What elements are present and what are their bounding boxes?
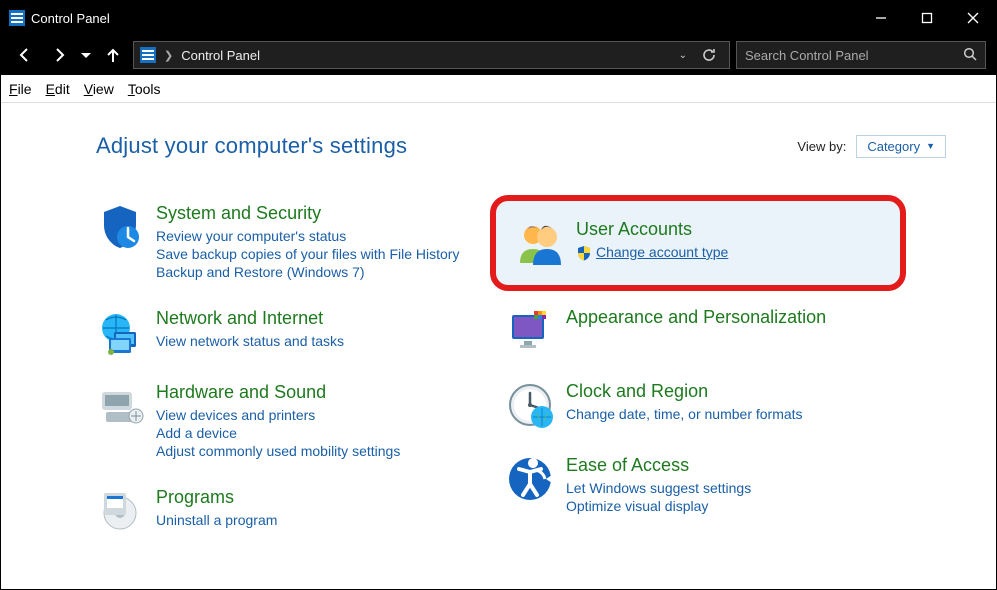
page-title: Adjust your computer's settings — [96, 133, 407, 159]
right-column: User Accounts Change account type Appearan… — [506, 195, 906, 553]
title-bar: Control Panel — [1, 1, 996, 35]
category-body: Network and Internet View network status … — [156, 308, 344, 356]
sublink-label: Backup and Restore (Windows 7) — [156, 264, 365, 280]
category-network-internet: Network and Internet View network status … — [96, 300, 496, 374]
sublink[interactable]: Change account type — [576, 244, 728, 261]
sublink[interactable]: Review your computer's status — [156, 228, 459, 244]
category-ease-of-access: Ease of Access Let Windows suggest settin… — [506, 447, 906, 534]
category-body: Programs Uninstall a program — [156, 487, 277, 535]
programs-icon — [96, 487, 144, 535]
window-title: Control Panel — [31, 11, 110, 26]
sublink[interactable]: Change date, time, or number formats — [566, 406, 803, 422]
category-system-security: System and Security Review your computer'… — [96, 195, 496, 300]
menu-view[interactable]: View — [84, 81, 114, 97]
up-button[interactable] — [99, 41, 127, 69]
sublink[interactable]: Optimize visual display — [566, 498, 751, 514]
close-button[interactable] — [950, 1, 996, 35]
category-appearance-personalization: Appearance and Personalization — [506, 299, 906, 373]
view-by: View by: Category ▼ — [797, 135, 946, 158]
sublink-label: View devices and printers — [156, 407, 315, 423]
sublink[interactable]: Adjust commonly used mobility settings — [156, 443, 400, 459]
heading-row: Adjust your computer's settings View by:… — [96, 133, 946, 159]
category-body: Clock and Region Change date, time, or nu… — [566, 381, 803, 429]
category-link-system-security[interactable]: System and Security — [156, 203, 459, 224]
sublink-label: Adjust commonly used mobility settings — [156, 443, 400, 459]
content-area: Adjust your computer's settings View by:… — [1, 103, 996, 563]
chevron-down-icon: ▼ — [926, 141, 935, 151]
appearance-personalization-icon — [506, 307, 554, 355]
category-link-appearance-personalization[interactable]: Appearance and Personalization — [566, 307, 826, 328]
hardware-sound-icon — [96, 382, 144, 430]
refresh-button[interactable] — [695, 47, 723, 63]
menu-file[interactable]: File — [9, 81, 32, 97]
search-input[interactable]: Search Control Panel — [736, 41, 986, 69]
control-panel-icon — [140, 47, 156, 63]
address-bar[interactable]: ❯ Control Panel ⌄ — [133, 41, 730, 69]
sublink-label: Change date, time, or number formats — [566, 406, 803, 422]
network-internet-icon — [96, 308, 144, 356]
sublink[interactable]: Uninstall a program — [156, 512, 277, 528]
sublink-label: View network status and tasks — [156, 333, 344, 349]
sublink-label: Save backup copies of your files with Fi… — [156, 246, 459, 262]
sublink[interactable]: Save backup copies of your files with Fi… — [156, 246, 459, 262]
view-by-select[interactable]: Category ▼ — [856, 135, 946, 158]
sublink[interactable]: Let Windows suggest settings — [566, 480, 751, 496]
view-by-value: Category — [867, 139, 920, 154]
category-hardware-sound: Hardware and Sound View devices and print… — [96, 374, 496, 479]
category-link-hardware-sound[interactable]: Hardware and Sound — [156, 382, 400, 403]
category-link-network-internet[interactable]: Network and Internet — [156, 308, 344, 329]
address-row: ❯ Control Panel ⌄ Search Control Panel — [1, 35, 996, 75]
category-body: Ease of Access Let Windows suggest settin… — [566, 455, 751, 516]
forward-button[interactable] — [45, 41, 73, 69]
search-placeholder: Search Control Panel — [745, 48, 955, 63]
back-button[interactable] — [11, 41, 39, 69]
sublink[interactable]: Add a device — [156, 425, 400, 441]
category-link-clock-region[interactable]: Clock and Region — [566, 381, 803, 402]
sublink-label: Review your computer's status — [156, 228, 346, 244]
system-security-icon — [96, 203, 144, 251]
uac-shield-icon — [576, 245, 592, 261]
sublink[interactable]: Backup and Restore (Windows 7) — [156, 264, 459, 280]
view-by-label: View by: — [797, 139, 846, 154]
category-clock-region: Clock and Region Change date, time, or nu… — [506, 373, 906, 447]
category-link-ease-of-access[interactable]: Ease of Access — [566, 455, 751, 476]
category-body: Hardware and Sound View devices and print… — [156, 382, 400, 461]
recent-locations-button[interactable] — [79, 41, 93, 69]
category-link-programs[interactable]: Programs — [156, 487, 277, 508]
maximize-button[interactable] — [904, 1, 950, 35]
user-accounts-icon — [516, 219, 564, 267]
sublink-label: Optimize visual display — [566, 498, 708, 514]
minimize-button[interactable] — [858, 1, 904, 35]
sublink-label: Add a device — [156, 425, 237, 441]
breadcrumb-item[interactable]: Control Panel — [181, 48, 260, 63]
chevron-right-icon: ❯ — [164, 49, 173, 62]
category-body: User Accounts Change account type — [576, 219, 728, 267]
category-user-accounts: User Accounts Change account type — [490, 195, 906, 291]
menu-edit[interactable]: Edit — [46, 81, 70, 97]
app-icon — [9, 10, 25, 26]
category-programs: Programs Uninstall a program — [96, 479, 496, 553]
sublink[interactable]: View devices and printers — [156, 407, 400, 423]
search-icon — [963, 47, 977, 64]
category-body: Appearance and Personalization — [566, 307, 826, 355]
left-column: System and Security Review your computer'… — [96, 195, 496, 553]
category-link-user-accounts[interactable]: User Accounts — [576, 219, 728, 240]
sublink-label: Let Windows suggest settings — [566, 480, 751, 496]
category-body: System and Security Review your computer'… — [156, 203, 459, 282]
clock-region-icon — [506, 381, 554, 429]
menu-bar: File Edit View Tools — [1, 75, 996, 103]
menu-tools[interactable]: Tools — [128, 81, 161, 97]
ease-of-access-icon — [506, 455, 554, 503]
sublink-label: Uninstall a program — [156, 512, 277, 528]
address-dropdown-icon[interactable]: ⌄ — [679, 50, 687, 61]
sublink-label: Change account type — [596, 244, 728, 260]
sublink[interactable]: View network status and tasks — [156, 333, 344, 349]
